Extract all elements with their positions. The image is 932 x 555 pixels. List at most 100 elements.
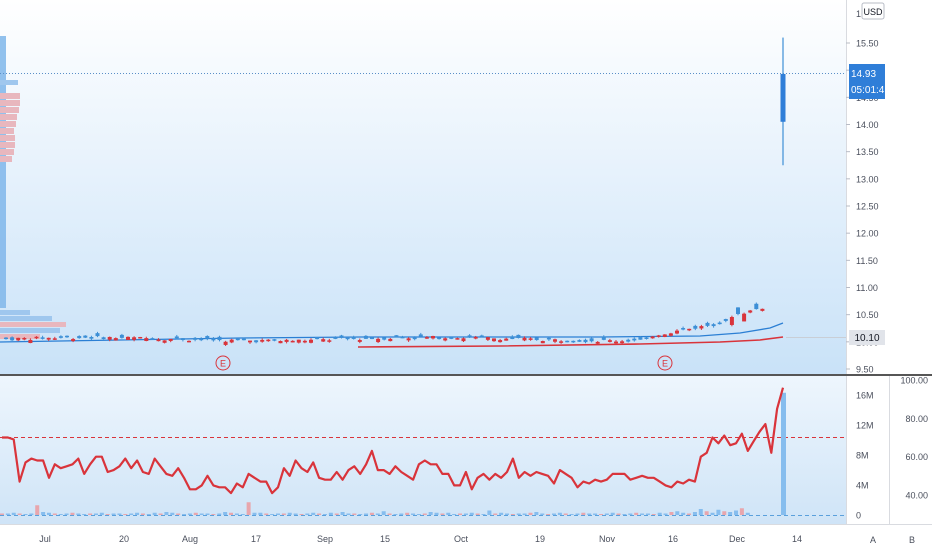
candle-body	[266, 339, 271, 342]
time-tick-label: 16	[668, 534, 678, 544]
volume-bar	[487, 510, 492, 515]
auto-scale-button[interactable]: A	[870, 535, 876, 545]
volume-tick-label: 8M	[856, 451, 869, 461]
volume-bar	[287, 512, 292, 515]
last-candle-body	[780, 73, 786, 122]
candle-body	[229, 339, 234, 343]
volume-bar	[728, 512, 733, 515]
candle-body	[729, 316, 734, 325]
candle-body	[40, 337, 45, 339]
volume-profile-bar	[0, 128, 14, 134]
volume-bar	[481, 514, 486, 515]
volume-bar	[528, 512, 533, 515]
volume-bar	[187, 513, 192, 515]
volume-bar	[628, 513, 633, 515]
volume-bar	[387, 513, 392, 515]
volume-bar	[551, 513, 556, 515]
volume-bar	[411, 513, 416, 515]
candle-body	[290, 340, 295, 343]
volume-bar	[281, 513, 286, 515]
candle-body	[406, 338, 411, 341]
volume-bar	[229, 512, 234, 515]
candle-body	[126, 336, 130, 340]
price-tick-label: 12.00	[856, 229, 879, 239]
candle-body	[418, 334, 423, 337]
candle-body	[498, 340, 503, 343]
volume-profile-bar	[0, 114, 17, 120]
volume-bar	[176, 513, 181, 515]
countdown-timer: 05:01:41	[851, 85, 890, 96]
candle-body	[412, 337, 417, 340]
time-tick-label: 20	[119, 534, 129, 544]
volume-bar	[299, 514, 304, 515]
volume-bar	[117, 513, 122, 515]
volume-profile-bar	[0, 107, 19, 113]
candle-body	[278, 340, 283, 344]
volume-bar	[146, 514, 151, 515]
candle-body	[736, 307, 740, 315]
volume-bar	[651, 514, 656, 515]
volume-bar	[405, 512, 410, 515]
volume-bar	[522, 513, 527, 515]
candle-body	[351, 336, 356, 339]
candle-body	[16, 337, 21, 341]
candle-body	[516, 334, 521, 338]
currency-button[interactable]: USD	[861, 2, 885, 20]
log-scale-button[interactable]: B	[909, 535, 915, 545]
candle-body	[357, 340, 362, 342]
candle-body	[760, 308, 765, 311]
volume-bar	[123, 514, 128, 515]
candle-body	[540, 341, 545, 344]
candle-body	[394, 335, 399, 338]
volume-profile-bar	[0, 100, 20, 106]
volume-bar	[563, 513, 568, 515]
candle-body	[473, 336, 478, 339]
candle-body	[58, 336, 63, 338]
volume-bar	[340, 512, 345, 515]
volume-bar	[399, 513, 404, 515]
candle-body	[211, 338, 216, 341]
candle-body	[699, 326, 704, 329]
candle-body	[479, 335, 484, 337]
volume-bar	[352, 513, 357, 515]
volume-bar	[640, 513, 645, 515]
volume-bar	[88, 513, 93, 515]
volume-bar	[681, 512, 686, 515]
volume-bar	[293, 513, 298, 515]
volume-bar	[35, 505, 40, 515]
volume-bar	[734, 510, 739, 515]
candle-body	[559, 341, 564, 343]
volume-bar	[82, 514, 87, 515]
volume-bar	[593, 513, 598, 515]
volume-bar	[422, 513, 427, 515]
volume-bar	[205, 513, 210, 515]
volume-bar	[604, 513, 609, 515]
main-pane-bg	[0, 0, 846, 374]
candle-body	[52, 338, 57, 340]
candle-body	[589, 338, 594, 342]
volume-bar	[328, 512, 333, 515]
candle-body	[187, 340, 191, 343]
candle-body	[583, 339, 588, 343]
svg-text:E: E	[220, 359, 226, 369]
volume-bar	[234, 513, 239, 515]
volume-bar	[622, 514, 627, 515]
candle-body	[717, 322, 722, 325]
price-tick-label: 15.50	[856, 39, 879, 49]
candle-body	[315, 337, 320, 340]
price-tick-label: 13.00	[856, 174, 879, 184]
candle-body	[431, 336, 435, 339]
price-tick-label: 11.50	[856, 256, 878, 266]
candle-body	[467, 335, 472, 338]
candle-body	[180, 338, 185, 341]
volume-bar	[199, 513, 204, 515]
candle-body	[333, 337, 338, 339]
volume-bar	[375, 513, 380, 515]
volume-bar	[710, 512, 715, 515]
chart-svg[interactable]: E E 15.5015.0014.5014.0013.5013.0012.501…	[0, 0, 932, 550]
volume-bar	[669, 512, 674, 515]
time-tick-label: 17	[251, 534, 261, 544]
candle-body	[711, 324, 716, 327]
time-tick-label: Nov	[599, 534, 616, 544]
candle-body	[254, 340, 259, 343]
